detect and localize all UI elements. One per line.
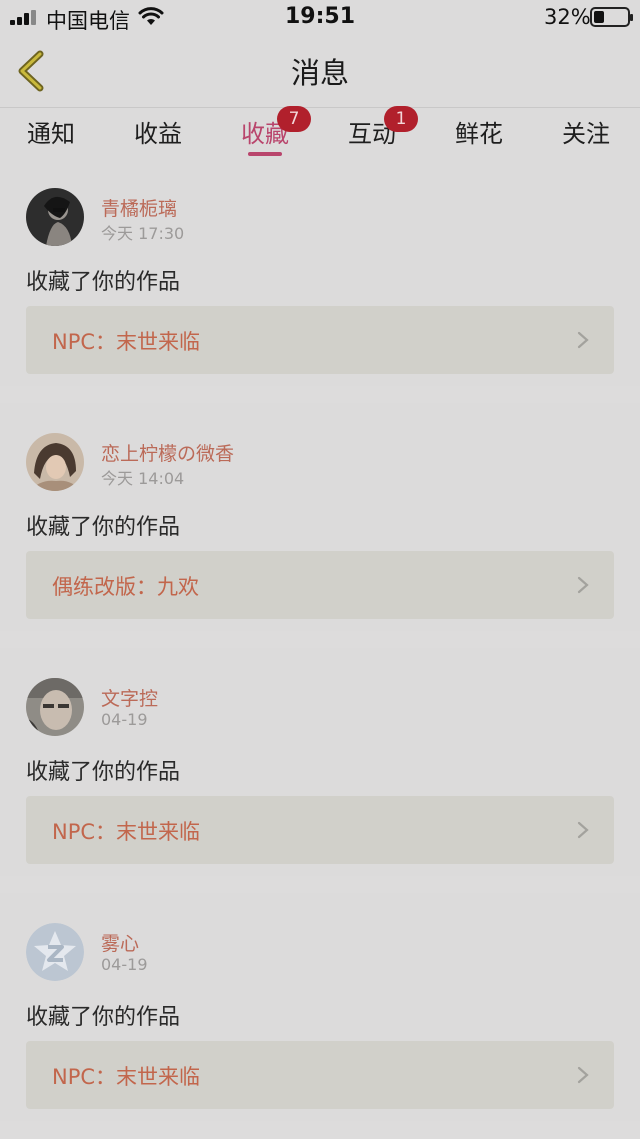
work-title: NPC：末世来临 <box>52 1065 201 1089</box>
tab-favorites[interactable]: 收藏 7 <box>225 106 311 158</box>
list-item: 青橘栀璃 今天 17:30 收藏了你的作品 NPC：末世来临 <box>0 158 640 386</box>
tab-notifications[interactable]: 通知 <box>11 114 91 158</box>
message-tabs: 通知 收益 收藏 7 互动 1 鲜花 关注 <box>0 106 640 158</box>
work-link[interactable]: NPC：末世来临 <box>26 796 614 864</box>
tab-label: 鲜花 <box>455 120 503 148</box>
chevron-right-icon <box>577 1066 589 1084</box>
work-title: 偶练改版：九欢 <box>52 575 199 599</box>
tab-flowers[interactable]: 鲜花 <box>439 114 519 158</box>
page-title: 消息 <box>290 56 349 90</box>
timestamp: 04-19 <box>101 955 148 974</box>
portrait-girl-avatar[interactable] <box>26 433 84 491</box>
favorites-count-badge: 7 <box>277 106 311 132</box>
username-link[interactable]: 青橘栀璃 <box>101 194 177 221</box>
battery-percent: 32% <box>544 5 591 29</box>
username-link[interactable]: 文字控 <box>101 684 158 711</box>
tab-label: 通知 <box>27 120 75 148</box>
battery-icon <box>590 7 633 27</box>
portrait-woman-dark-avatar[interactable] <box>26 188 84 246</box>
work-title: NPC：末世来临 <box>52 820 201 844</box>
active-tab-indicator <box>248 152 282 156</box>
tab-following[interactable]: 关注 <box>546 114 626 158</box>
action-text: 收藏了你的作品 <box>26 760 181 785</box>
username-link[interactable]: 雾心 <box>101 929 139 956</box>
username-link[interactable]: 恋上柠檬の微香 <box>101 439 234 466</box>
action-text: 收藏了你的作品 <box>26 270 181 295</box>
tab-earnings[interactable]: 收益 <box>118 114 198 158</box>
tab-interactions[interactable]: 互动 1 <box>332 106 418 158</box>
status-bar: 中国电信 19:51 32% <box>0 0 640 36</box>
battery-level <box>594 11 604 23</box>
chevron-right-icon <box>577 331 589 349</box>
interactions-count-badge: 1 <box>384 106 418 132</box>
messages-screen: 中国电信 19:51 32% 消息 通知 收益 收藏 7 互动 1 鲜花 关注 … <box>0 0 640 1139</box>
work-link[interactable]: 偶练改版：九欢 <box>26 551 614 619</box>
chevron-right-icon <box>577 821 589 839</box>
list-item: 文字控 04-19 收藏了你的作品 NPC：末世来临 <box>0 648 640 876</box>
work-link[interactable]: NPC：末世来临 <box>26 1041 614 1109</box>
tab-label: 关注 <box>562 120 610 148</box>
action-text: 收藏了你的作品 <box>26 1005 181 1030</box>
timestamp: 今天 17:30 <box>101 224 185 243</box>
qzone-star-default-avatar[interactable] <box>26 923 84 981</box>
tab-label: 收益 <box>134 120 182 148</box>
portrait-man-avatar[interactable] <box>26 678 84 736</box>
timestamp: 今天 14:04 <box>101 469 185 488</box>
list-item: 恋上柠檬の微香 今天 14:04 收藏了你的作品 偶练改版：九欢 <box>0 403 640 631</box>
action-text: 收藏了你的作品 <box>26 515 181 540</box>
chevron-right-icon <box>577 576 589 594</box>
nav-header: 消息 <box>0 36 640 108</box>
list-item: 雾心 04-19 收藏了你的作品 NPC：末世来临 <box>0 893 640 1121</box>
work-link[interactable]: NPC：末世来临 <box>26 306 614 374</box>
work-title: NPC：末世来临 <box>52 330 201 354</box>
timestamp: 04-19 <box>101 710 148 729</box>
